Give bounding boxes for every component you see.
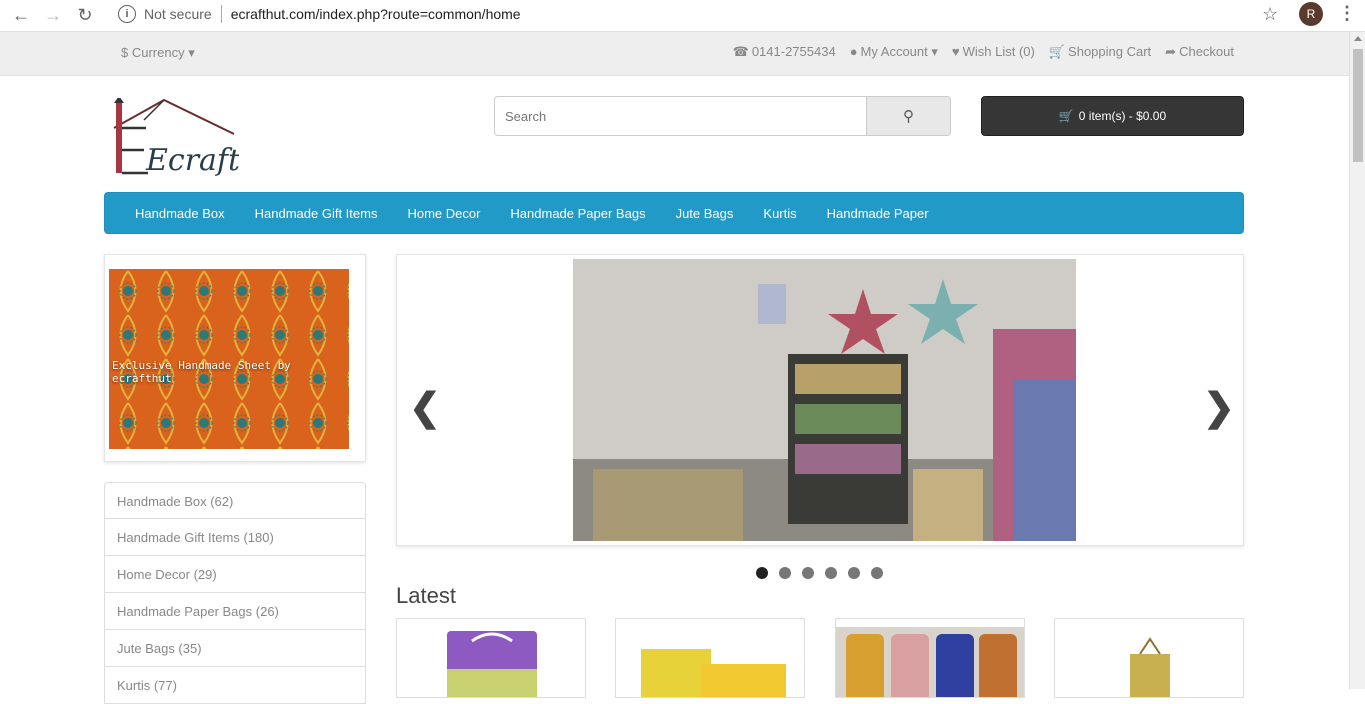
more-menu-icon[interactable]: ⋮ [1338, 3, 1356, 24]
my-account-label: My Account [860, 44, 928, 59]
cart-icon: 🛒 [1048, 44, 1066, 59]
address-bar[interactable]: i Not secure ecrafthut.com/index.php?rou… [108, 0, 1288, 28]
slideshow-pagination [756, 567, 883, 579]
cart-button[interactable]: 🛒 0 item(s) - $0.00 [981, 96, 1244, 136]
pagination-dot[interactable] [756, 567, 768, 579]
share-icon: ➦ [1165, 44, 1177, 59]
category-item[interactable]: Jute Bags (35) [104, 630, 366, 667]
pagination-dot[interactable] [848, 567, 860, 579]
product-card[interactable] [1054, 618, 1244, 698]
divider [220, 5, 222, 23]
search-icon: ⚲ [903, 108, 914, 125]
banner-caption: Exclusive Handmade Sheet by ecrafthut [112, 359, 291, 385]
menu-item-jute-bags[interactable]: Jute Bags [661, 206, 749, 221]
caret-down-icon: ▾ [188, 45, 195, 60]
menu-item-home-decor[interactable]: Home Decor [392, 206, 495, 221]
logo-text: Ecraft [145, 143, 239, 178]
profile-avatar[interactable]: R [1299, 2, 1323, 26]
scroll-up-icon[interactable] [1354, 36, 1362, 41]
info-icon[interactable]: i [118, 5, 136, 23]
menu-item-handmade-box[interactable]: Handmade Box [120, 206, 240, 221]
latest-heading: Latest [396, 583, 456, 608]
side-banner[interactable]: Exclusive Handmade Sheet by ecrafthut [104, 254, 366, 462]
wish-list-link[interactable]: ♥ Wish List (0) [952, 44, 1035, 60]
menu-item-handmade-paper-bags[interactable]: Handmade Paper Bags [495, 206, 660, 221]
search-input[interactable] [494, 96, 867, 136]
cart-label: 0 item(s) - $0.00 [1078, 109, 1167, 123]
my-account-dropdown[interactable]: ● My Account ▾ [850, 44, 938, 60]
checkout-link[interactable]: ➦ Checkout [1165, 44, 1234, 60]
slide-image[interactable] [573, 259, 1076, 541]
category-item[interactable]: Kurtis (77) [104, 667, 366, 704]
category-list: Handmade Box (62) Handmade Gift Items (1… [104, 482, 366, 704]
url-text[interactable]: ecrafthut.com/index.php?route=common/hom… [231, 6, 521, 22]
phone-icon: ☎ [732, 44, 749, 59]
top-links-bar: $ Currency ▾ ☎ 0141-2755434 ● My Account ▾… [0, 32, 1349, 76]
wish-list-label: Wish List (0) [962, 44, 1035, 59]
bookmark-star-icon[interactable]: ☆ [1262, 4, 1278, 25]
product-card[interactable] [615, 618, 805, 698]
search-bar: ⚲ [494, 96, 951, 136]
back-icon[interactable]: ← [5, 0, 37, 32]
chevron-left-icon[interactable]: ❮ [409, 385, 441, 430]
browser-toolbar: ← → ↻ i Not secure ecrafthut.com/index.p… [0, 0, 1365, 32]
caret-down-icon: ▾ [931, 44, 938, 59]
pagination-dot[interactable] [779, 567, 791, 579]
forward-icon[interactable]: → [37, 0, 69, 32]
chevron-right-icon[interactable]: ❯ [1203, 385, 1235, 430]
security-label: Not secure [144, 6, 212, 22]
home-slideshow: ❮ ❯ [396, 254, 1244, 546]
product-card[interactable] [835, 618, 1025, 698]
currency-dropdown[interactable]: $ Currency ▾ [121, 45, 195, 61]
currency-label: $ Currency [121, 45, 185, 60]
pagination-dot[interactable] [871, 567, 883, 579]
reload-icon[interactable]: ↻ [69, 0, 101, 32]
category-item[interactable]: Handmade Gift Items (180) [104, 519, 366, 556]
search-button[interactable]: ⚲ [867, 96, 951, 136]
heart-icon: ♥ [951, 44, 960, 59]
main-menu: Handmade Box Handmade Gift Items Home De… [104, 192, 1244, 234]
site-logo[interactable]: Ecraft [104, 96, 241, 184]
category-item[interactable]: Handmade Paper Bags (26) [104, 593, 366, 630]
cart-icon: 🛒 [1058, 109, 1074, 123]
product-card[interactable] [396, 618, 586, 698]
shopping-cart-label: Shopping Cart [1068, 44, 1152, 59]
user-icon: ● [849, 44, 858, 59]
category-item[interactable]: Handmade Box (62) [104, 482, 366, 519]
phone-link[interactable]: ☎ 0141-2755434 [733, 44, 836, 60]
checkout-label: Checkout [1179, 44, 1234, 59]
menu-item-kurtis[interactable]: Kurtis [748, 206, 811, 221]
phone-label: 0141-2755434 [751, 44, 836, 59]
page-scrollbar[interactable] [1349, 32, 1365, 689]
shopping-cart-link[interactable]: 🛒 Shopping Cart [1049, 44, 1151, 60]
pagination-dot[interactable] [802, 567, 814, 579]
menu-item-handmade-gift-items[interactable]: Handmade Gift Items [240, 206, 393, 221]
banner-image: Exclusive Handmade Sheet by ecrafthut [109, 269, 349, 449]
menu-item-handmade-paper[interactable]: Handmade Paper [812, 206, 944, 221]
pagination-dot[interactable] [825, 567, 837, 579]
category-item[interactable]: Home Decor (29) [104, 556, 366, 593]
scrollbar-thumb[interactable] [1353, 49, 1363, 162]
